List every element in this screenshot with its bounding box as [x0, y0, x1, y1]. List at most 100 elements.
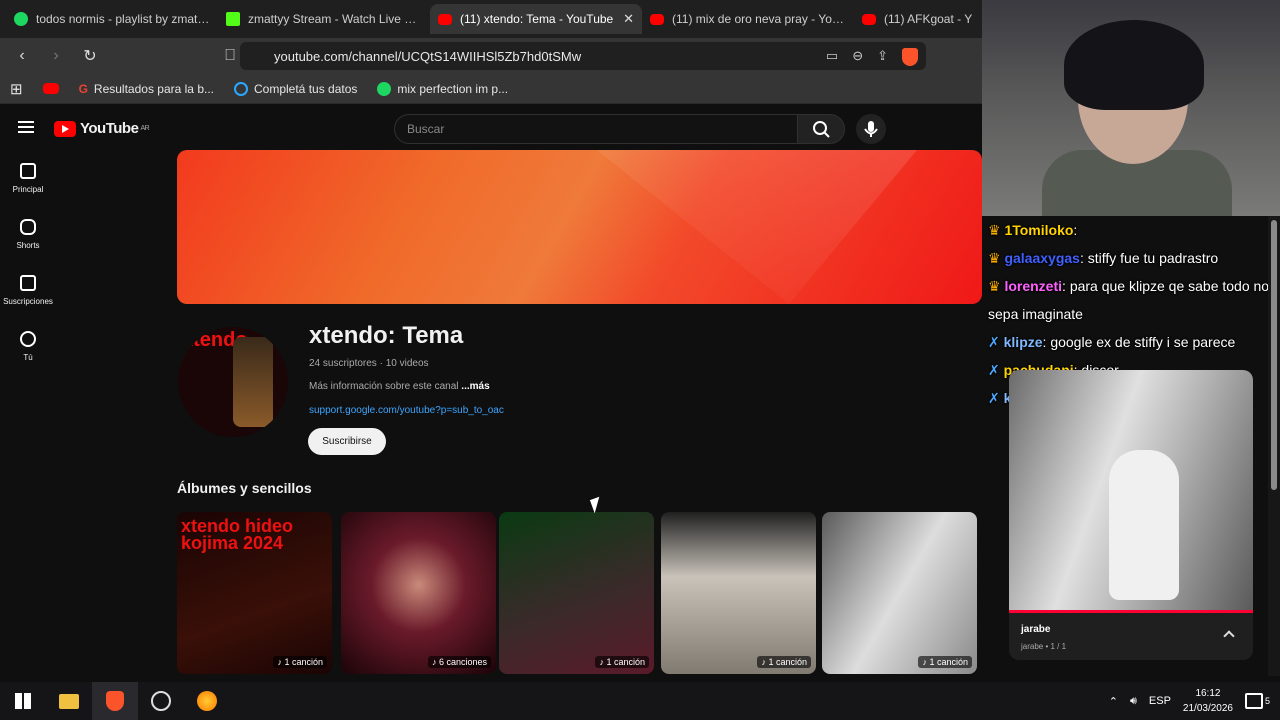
- folder-icon: [59, 693, 79, 709]
- tab-spotify-playlist[interactable]: todos normis - playlist by zmatyy |: [6, 4, 218, 34]
- bookmark-icon[interactable]: ⎕: [220, 46, 240, 66]
- miniplayer-subtitle: jarabe • 1 / 1: [1021, 642, 1067, 651]
- youtube-bookmark-icon[interactable]: [42, 83, 59, 94]
- shorts-icon: [20, 218, 36, 235]
- search-icon: [813, 121, 830, 138]
- sword-icon: ✗: [988, 390, 1000, 406]
- sidebar-label: Suscripciones: [3, 296, 53, 306]
- avatar-figure: [233, 337, 273, 427]
- brave-shield-icon[interactable]: [902, 48, 918, 66]
- apps-grid-icon[interactable]: ⊞: [10, 80, 23, 98]
- album-track-count: ♪ 1 canción: [757, 656, 811, 668]
- miniplayer[interactable]: jarabe jarabe • 1 / 1: [1009, 370, 1253, 660]
- channel-more-info[interactable]: Más información sobre este canal ...más: [309, 381, 490, 392]
- speaker-icon[interactable]: 🔊︎: [1130, 695, 1137, 708]
- cast-icon[interactable]: ▭: [826, 48, 838, 66]
- channel-link[interactable]: support.google.com/youtube?p=sub_to_oac: [309, 405, 504, 416]
- crown-icon: ♛: [988, 250, 1001, 266]
- reload-icon[interactable]: ↻: [80, 46, 100, 66]
- bookmark-google[interactable]: G Resultados para la b...: [79, 82, 214, 96]
- taskbar-obs[interactable]: [138, 682, 184, 720]
- tab-label: (11) mix de oro neva pray - YouTu: [672, 12, 846, 26]
- album-card[interactable]: ♪ 1 canción: [822, 512, 977, 674]
- tab-kick-stream[interactable]: zmattyy Stream - Watch Live on Ki: [218, 4, 430, 34]
- album-card[interactable]: ♪ 1 canción: [661, 512, 816, 674]
- logo-text: YouTube: [80, 120, 139, 137]
- zoom-icon[interactable]: ⊖: [852, 48, 863, 66]
- search-input[interactable]: Buscar: [394, 114, 798, 144]
- voice-search-button[interactable]: [856, 114, 886, 144]
- language-indicator[interactable]: ESP: [1149, 695, 1171, 707]
- channel-banner: [177, 150, 982, 304]
- start-button[interactable]: [0, 682, 46, 720]
- sidebar-item-tu[interactable]: Tú: [0, 318, 56, 374]
- crown-icon: ♛: [988, 278, 1001, 294]
- album-card[interactable]: xtendo hideo kojima 2024 ♪ 1 canción: [177, 512, 332, 674]
- screen: todos normis - playlist by zmatyy | zmat…: [0, 0, 1280, 720]
- bookmark-completa[interactable]: Completá tus datos: [234, 81, 357, 96]
- sidebar-item-principal[interactable]: Principal: [0, 150, 56, 206]
- sidebar-label: Principal: [12, 184, 44, 194]
- tab-label: todos normis - playlist by zmatyy |: [36, 12, 210, 26]
- taskbar-explorer[interactable]: [46, 682, 92, 720]
- miniplayer-progress[interactable]: [1009, 610, 1253, 613]
- scrollbar-thumb[interactable]: [1271, 220, 1277, 490]
- channel-avatar[interactable]: xtendo: [178, 327, 288, 437]
- tray-chevron-icon[interactable]: ⌃: [1109, 695, 1118, 708]
- subscriptions-icon: [20, 274, 36, 291]
- bookmark-spotify[interactable]: mix perfection im p...: [377, 81, 509, 96]
- kick-icon: [226, 12, 240, 26]
- windows-taskbar: ⌃ 🔊︎ ESP 16:12 21/03/2026 5: [0, 682, 1280, 720]
- sidebar-label: Shorts: [16, 240, 40, 250]
- clock[interactable]: 16:12 21/03/2026: [1183, 686, 1233, 716]
- taskbar-brave[interactable]: [92, 682, 138, 720]
- album-shelf: xtendo hideo kojima 2024 ♪ 1 canción ♪ 6…: [177, 512, 982, 674]
- clock-time: 16:12: [1195, 688, 1221, 699]
- album-track-count: ♪ 1 canción: [273, 656, 327, 668]
- more-link[interactable]: ...más: [461, 381, 489, 392]
- sidebar-item-shorts[interactable]: Shorts: [0, 206, 56, 262]
- webcam-hair: [1064, 20, 1204, 110]
- address-icons: ▭ ⊖ ⇪: [826, 48, 918, 66]
- tab-label: zmattyy Stream - Watch Live on Ki: [248, 12, 422, 26]
- address-text: youtube.com/channel/UCQtS14WIIHSl5Zb7hd0…: [274, 48, 582, 64]
- youtube-icon: [650, 13, 664, 25]
- chat-message: ♛ 1Tomiloko:: [988, 222, 1078, 238]
- chevron-up-icon[interactable]: [1223, 630, 1235, 642]
- scrollbar[interactable]: [1268, 216, 1280, 676]
- taskbar-app[interactable]: [184, 682, 230, 720]
- bookmark-label: mix perfection im p...: [397, 81, 509, 96]
- miniplayer-figure: [1109, 450, 1179, 600]
- chat-message: ♛ lorenzeti: para que klipze qe sabe tod…: [988, 278, 1270, 322]
- chat-text: stiffy fue tu padrastro: [1087, 250, 1219, 266]
- bookmark-label: Resultados para la b...: [93, 81, 214, 96]
- album-track-count: ♪ 1 canción: [918, 656, 972, 668]
- search-button[interactable]: [797, 114, 845, 144]
- tab-youtube-mix[interactable]: (11) mix de oro neva pray - YouTu: [642, 4, 854, 34]
- close-tab-icon[interactable]: ✕: [623, 11, 634, 27]
- album-cover-text: xtendo hideo kojima 2024: [181, 516, 293, 553]
- notification-icon[interactable]: [1244, 693, 1263, 709]
- forward-icon[interactable]: ›: [46, 46, 66, 66]
- youtube-play-icon: [54, 120, 76, 137]
- album-card[interactable]: ♪ 6 canciones: [341, 512, 496, 674]
- subscribe-button[interactable]: Suscribirse: [308, 428, 386, 455]
- app-icon: [197, 691, 217, 711]
- you-icon: [20, 330, 36, 347]
- sidebar-label: Tú: [23, 352, 33, 362]
- tab-youtube-active[interactable]: (11) xtendo: Tema - YouTube ✕: [430, 4, 642, 34]
- youtube-header: YouTube AR Buscar: [0, 106, 980, 150]
- more-prefix: Más información sobre este canal: [309, 381, 462, 392]
- youtube-logo[interactable]: YouTube AR: [54, 120, 150, 137]
- spotify-icon: [377, 81, 392, 96]
- address-bar[interactable]: youtube.com/channel/UCQtS14WIIHSl5Zb7hd0…: [240, 42, 926, 70]
- spotify-icon: [14, 12, 28, 26]
- back-icon[interactable]: ‹: [12, 46, 32, 66]
- youtube-icon: [438, 13, 452, 25]
- menu-icon[interactable]: [18, 121, 34, 133]
- share-icon[interactable]: ⇪: [877, 48, 888, 66]
- channel-meta: 24 suscriptores · 10 videos: [309, 358, 429, 369]
- album-card[interactable]: ♪ 1 canción: [499, 512, 654, 674]
- obs-icon: [151, 691, 171, 711]
- sidebar-item-suscripciones[interactable]: Suscripciones: [0, 262, 56, 318]
